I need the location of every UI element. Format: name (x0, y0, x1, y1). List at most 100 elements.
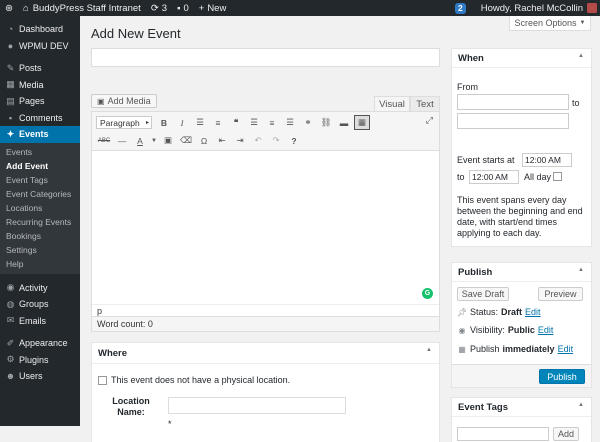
screen-options-button[interactable]: Screen Options ▼ (509, 16, 591, 31)
menu-media[interactable]: ▦ Media (0, 77, 80, 94)
blockquote-icon[interactable]: ❝ (228, 115, 244, 130)
location-name-input[interactable] (168, 397, 346, 414)
wp-logo-icon[interactable]: ⊛ (0, 0, 18, 16)
submenu-bookings[interactable]: Bookings (0, 229, 80, 243)
status-edit-link[interactable]: Edit (525, 307, 541, 317)
publish-header[interactable]: Publish ▲ (452, 263, 591, 282)
no-location-checkbox[interactable] (98, 375, 107, 385)
event-title-input[interactable] (91, 48, 440, 67)
when-header[interactable]: When ▲ (452, 49, 591, 68)
comment-bubble-icon: ▪ (177, 2, 181, 14)
menu-appearance[interactable]: ✐ Appearance (0, 335, 80, 352)
all-day-label: All day (524, 172, 552, 182)
dropdown-caret-icon[interactable]: ▼ (150, 133, 158, 148)
menu-events[interactable]: ✦ Events (0, 126, 80, 143)
where-header[interactable]: Where ▲ (92, 343, 439, 364)
submenu-add-event[interactable]: Add Event (0, 159, 80, 173)
unlink-icon[interactable]: ⛓ (318, 115, 334, 130)
updates-link[interactable]: ⟳ 3 (146, 0, 172, 16)
submenu-recurring-events[interactable]: Recurring Events (0, 215, 80, 229)
add-tag-button[interactable]: Add (553, 427, 579, 441)
new-content-link[interactable]: + New (194, 0, 232, 16)
all-day-checkbox[interactable] (553, 172, 562, 181)
visibility-edit-link[interactable]: Edit (538, 325, 554, 335)
event-tags-header[interactable]: Event Tags ▲ (452, 398, 591, 417)
end-time-input[interactable]: 12:00 AM (469, 170, 519, 184)
menu-users[interactable]: ☻ Users (0, 368, 80, 385)
indent-icon[interactable]: ⇥ (232, 133, 248, 148)
visibility-label: Visibility: (470, 325, 505, 335)
align-center-icon[interactable]: ≡ (264, 115, 280, 130)
read-more-icon[interactable]: ▬ (336, 115, 352, 130)
comment-icon: ▪ (8, 112, 13, 123)
add-media-button[interactable]: ▣ Add Media (91, 94, 157, 108)
menu-label: Comments (19, 112, 63, 123)
tab-visual[interactable]: Visual (374, 96, 410, 111)
format-select[interactable]: Paragraph ▸ (96, 116, 152, 129)
submenu-locations[interactable]: Locations (0, 201, 80, 215)
grammarly-icon[interactable]: G (422, 288, 433, 299)
submenu-event-categories[interactable]: Event Categories (0, 187, 80, 201)
align-left-icon[interactable]: ☰ (246, 115, 262, 130)
end-date-input[interactable] (457, 113, 569, 129)
submenu-help[interactable]: Help (0, 257, 80, 271)
submenu-events[interactable]: Events (0, 145, 80, 159)
submenu-settings[interactable]: Settings (0, 243, 80, 257)
bullet-list-icon[interactable]: ☰ (192, 115, 208, 130)
menu-plugins[interactable]: ⚙ Plugins (0, 352, 80, 369)
menu-label: Events (19, 129, 49, 140)
bold-icon[interactable]: B (156, 115, 172, 130)
tag-input[interactable] (457, 427, 549, 441)
paste-text-icon[interactable]: ▣ (160, 133, 176, 148)
event-tags-metabox: Event Tags ▲ Add (451, 397, 592, 442)
collapse-arrow-icon[interactable]: ▲ (426, 347, 432, 353)
site-name-link[interactable]: ⌂ BuddyPress Staff Intranet (18, 0, 146, 16)
start-date-input[interactable] (457, 94, 569, 110)
numbered-list-icon[interactable]: ≡ (210, 115, 226, 130)
visibility-row: ◉ Visibility: Public Edit (457, 325, 554, 335)
publish-title: Publish (458, 266, 493, 278)
redo-icon[interactable]: ↷ (268, 133, 284, 148)
email-icon: ✉ (6, 315, 15, 326)
toolbar-toggle-icon[interactable]: ▦ (354, 115, 370, 130)
caret-icon: ▸ (145, 120, 149, 126)
menu-comments[interactable]: ▪ Comments (0, 110, 80, 127)
editor-content-area[interactable]: G (92, 151, 439, 304)
clear-formatting-icon[interactable]: ⌫ (178, 133, 194, 148)
home-icon: ⌂ (22, 2, 29, 14)
comments-link[interactable]: ▪ 0 (172, 0, 194, 16)
horizontal-line-icon[interactable]: — (114, 133, 130, 148)
help-icon[interactable]: ? (286, 133, 302, 148)
publish-button[interactable]: Publish (539, 369, 585, 384)
my-account-link[interactable]: Howdy, Rachel McCollin (476, 0, 600, 16)
text-color-icon[interactable]: A (132, 133, 148, 148)
menu-groups[interactable]: ◍ Groups (0, 296, 80, 313)
link-icon[interactable]: ⚭ (300, 115, 316, 130)
notifications-link[interactable]: 2 (450, 0, 476, 16)
preview-button[interactable]: Preview (538, 287, 583, 301)
tab-text[interactable]: Text (410, 96, 440, 111)
events-icon: ✦ (6, 128, 15, 139)
align-right-icon[interactable]: ☰ (282, 115, 298, 130)
strikethrough-icon[interactable]: ABC (96, 133, 112, 148)
start-time-input[interactable]: 12:00 AM (522, 153, 572, 167)
special-char-icon[interactable]: Ω (196, 133, 212, 148)
italic-icon[interactable]: I (174, 115, 190, 130)
undo-icon[interactable]: ↶ (250, 133, 266, 148)
menu-activity[interactable]: ◉ Activity (0, 280, 80, 297)
collapse-arrow-icon[interactable]: ▲ (578, 267, 584, 273)
collapse-arrow-icon[interactable]: ▲ (578, 53, 584, 59)
menu-emails[interactable]: ✉ Emails (0, 313, 80, 330)
no-location-option[interactable]: This event does not have a physical loca… (98, 375, 290, 385)
menu-pages[interactable]: ▤ Pages (0, 93, 80, 110)
schedule-edit-link[interactable]: Edit (558, 344, 574, 354)
outdent-icon[interactable]: ⇤ (214, 133, 230, 148)
collapse-arrow-icon[interactable]: ▲ (578, 402, 584, 408)
save-draft-button[interactable]: Save Draft (457, 287, 509, 301)
menu-posts[interactable]: ✎ Posts (0, 60, 80, 77)
menu-wpmudev[interactable]: ● WPMU DEV (0, 38, 80, 55)
submenu-event-tags[interactable]: Event Tags (0, 173, 80, 187)
menu-dashboard[interactable]: ◔ Dashboard (0, 21, 80, 38)
main-content: Screen Options ▼ Add New Event ▣ Add Media… (80, 16, 600, 442)
fullscreen-icon[interactable]: ⤢ (426, 115, 433, 126)
